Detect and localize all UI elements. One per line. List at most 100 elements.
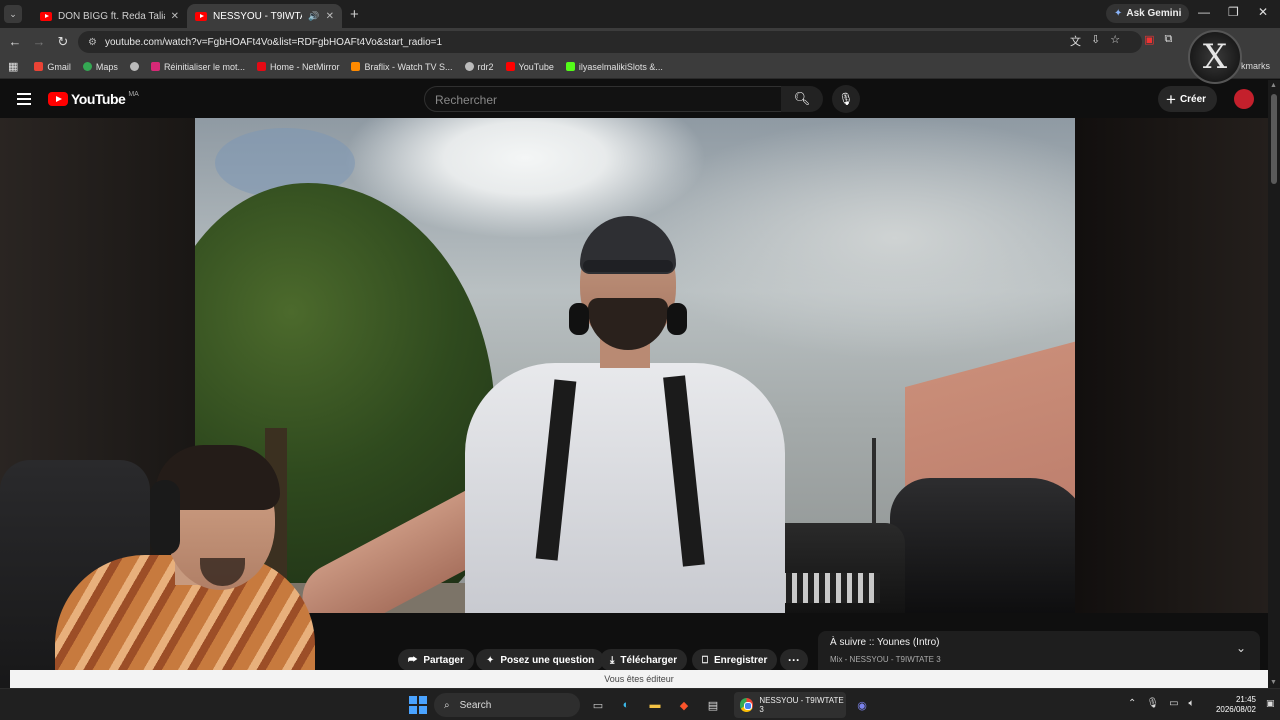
- teams-icon[interactable]: ◉: [852, 695, 872, 715]
- netmirror-icon: [256, 62, 266, 71]
- headphones-shape: [150, 480, 180, 555]
- ask-question-button[interactable]: ✦ Posez une question: [476, 649, 605, 671]
- notification-icon[interactable]: ▣: [1266, 698, 1275, 709]
- chevron-up-icon[interactable]: ⌃: [1128, 698, 1136, 709]
- save-button[interactable]: ⎕ Enregistrer: [692, 649, 778, 671]
- menu-icon[interactable]: [17, 93, 31, 108]
- minimize-button[interactable]: —: [1198, 5, 1210, 19]
- stream-logo: X: [1188, 30, 1242, 84]
- tab-don-bigg[interactable]: DON BIGG ft. Reda Taliani - L'é ✕: [32, 4, 187, 28]
- avatar[interactable]: [1234, 89, 1254, 109]
- microphone-icon[interactable]: 🎙︎: [1146, 698, 1159, 709]
- search-input[interactable]: Rechercher: [424, 86, 782, 112]
- address-bar[interactable]: ⚙ youtube.com/watch?v=FgbHOAFt4Vo&list=R…: [78, 31, 1142, 53]
- translate-icon[interactable]: 文: [1070, 33, 1081, 49]
- puzzle-extensions-icon[interactable]: ⧉: [1165, 33, 1173, 49]
- store-icon[interactable]: ▤: [703, 695, 723, 715]
- task-view-icon[interactable]: ▭: [588, 695, 608, 715]
- braflix-icon: [351, 62, 361, 71]
- more-actions-button[interactable]: ···: [780, 649, 808, 671]
- network-icon[interactable]: ▭: [1169, 698, 1178, 709]
- restore-button[interactable]: ❐: [1228, 5, 1239, 19]
- bookmark-label: rdr2: [477, 61, 494, 72]
- volume-icon[interactable]: 🔈︎: [1189, 698, 1195, 709]
- search-icon: ⌕: [444, 699, 450, 711]
- edge-icon[interactable]: ◐: [616, 695, 636, 715]
- taskbar-search[interactable]: ⌕ Search: [434, 693, 580, 717]
- youtube-logo-text: YouTube: [71, 91, 126, 107]
- country-code: MA: [128, 90, 139, 98]
- create-button[interactable]: + Créer: [1158, 86, 1218, 112]
- tab-title: DON BIGG ft. Reda Taliani - L'é: [58, 10, 165, 22]
- search-icon: 🔍︎: [793, 91, 811, 106]
- scroll-down-arrow-icon[interactable]: ▼: [1270, 679, 1277, 686]
- gemini-sparkle-icon: ✦: [1114, 8, 1123, 19]
- bookmark-gmail[interactable]: Gmail: [34, 62, 71, 72]
- search-button[interactable]: 🔍︎: [781, 86, 823, 112]
- kick-icon: [565, 62, 575, 71]
- browser-tab-strip: ⌄ DON BIGG ft. Reda Taliani - L'é ✕ NESS…: [0, 0, 1280, 28]
- bookmark-star-icon[interactable]: ☆: [1110, 33, 1120, 49]
- taskbar-clock[interactable]: 21:45 2026/08/02: [1206, 695, 1256, 715]
- tab-close-icon[interactable]: ✕: [171, 11, 179, 22]
- bookmark-braflix[interactable]: Braflix - Watch TV S...: [351, 61, 453, 72]
- chevron-down-icon[interactable]: ⌄: [1236, 641, 1246, 655]
- bookmark-kick[interactable]: ilyaselmalikiSlots &...: [565, 62, 663, 72]
- taskbar-window-label: NESSYOU - T9IWTATE 3: [759, 696, 844, 714]
- system-tray: ⌃ 🎙︎ ▭ 🔈︎: [1128, 698, 1195, 709]
- download-button[interactable]: ⤓ Télécharger: [600, 649, 688, 671]
- maps-icon: [82, 62, 92, 71]
- up-next-title: À suivre :: Younes (Intro): [830, 637, 940, 648]
- clock-date: 2026/08/02: [1215, 705, 1256, 714]
- page-scrollbar[interactable]: ▲ ▼: [1268, 80, 1280, 688]
- taskbar-search-label: Search: [459, 699, 492, 711]
- bookmark-instagram[interactable]: Réinitialiser le mot...: [150, 61, 245, 72]
- scrollbar-thumb[interactable]: [1271, 94, 1277, 184]
- back-button[interactable]: ←: [3, 34, 27, 49]
- share-button[interactable]: ⮫ Partager: [398, 649, 474, 671]
- clock-time: 21:45: [1235, 695, 1256, 704]
- share-label: Partager: [423, 654, 464, 666]
- voice-search-button[interactable]: 🎙︎: [832, 85, 860, 113]
- microphone-icon: 🎙︎: [838, 92, 854, 106]
- all-bookmarks-link[interactable]: kmarks: [1241, 61, 1270, 71]
- bookmark-globe[interactable]: [129, 62, 139, 71]
- youtube-favicon-icon: [195, 11, 207, 21]
- install-app-icon[interactable]: ⇩: [1091, 33, 1100, 49]
- youtube-logo[interactable]: YouTube MA: [48, 91, 139, 107]
- site-info-icon[interactable]: ⚙: [88, 37, 97, 48]
- chrome-icon: [740, 698, 754, 712]
- tab-nessyou[interactable]: NESSYOU - T9IWTATE 3 - Yo 🔊 ✕: [187, 4, 342, 28]
- up-next-subtitle: Mix - NESSYOU - T9IWTATE 3: [830, 655, 941, 664]
- bookmark-rdr2[interactable]: rdr2: [464, 61, 494, 72]
- scroll-up-arrow-icon[interactable]: ▲: [1270, 82, 1277, 89]
- audio-playing-icon[interactable]: 🔊: [308, 11, 319, 22]
- tab-search-button[interactable]: ⌄: [4, 5, 22, 23]
- close-window-button[interactable]: ✕: [1258, 5, 1268, 19]
- reload-button[interactable]: ↻: [51, 34, 75, 50]
- extension-icon[interactable]: ▣: [1144, 33, 1154, 49]
- bookmark-youtube[interactable]: YouTube: [505, 62, 554, 72]
- brave-icon[interactable]: ◆: [674, 695, 694, 715]
- bookmark-label: Réinitialiser le mot...: [163, 61, 245, 72]
- bookmark-label: Gmail: [47, 61, 71, 72]
- sparkle-icon: ✦: [486, 654, 495, 666]
- bookmark-label: Maps: [95, 61, 118, 72]
- globe-icon: [464, 62, 474, 71]
- tab-close-icon[interactable]: ✕: [326, 11, 334, 22]
- download-icon: ⤓: [610, 654, 615, 666]
- windows-start-icon[interactable]: [409, 696, 427, 714]
- ask-gemini-button[interactable]: ✦ Ask Gemini: [1106, 4, 1190, 23]
- screen: ⌄ DON BIGG ft. Reda Taliani - L'é ✕ NESS…: [0, 0, 1280, 720]
- taskbar-chrome-window[interactable]: NESSYOU - T9IWTATE 3: [734, 692, 846, 718]
- gmail-icon: [34, 62, 44, 71]
- new-tab-button[interactable]: +: [350, 6, 359, 23]
- bookmark-maps[interactable]: Maps: [82, 61, 118, 72]
- bookmark-netmirror[interactable]: Home - NetMirror: [256, 62, 339, 72]
- youtube-play-icon: [48, 92, 68, 106]
- forward-button[interactable]: →: [27, 34, 51, 49]
- bookmark-label: Braflix - Watch TV S...: [364, 61, 453, 72]
- share-icon: ⮫: [408, 654, 418, 666]
- file-explorer-icon[interactable]: ▬: [645, 695, 665, 715]
- apps-grid-icon[interactable]: ▦: [8, 60, 18, 73]
